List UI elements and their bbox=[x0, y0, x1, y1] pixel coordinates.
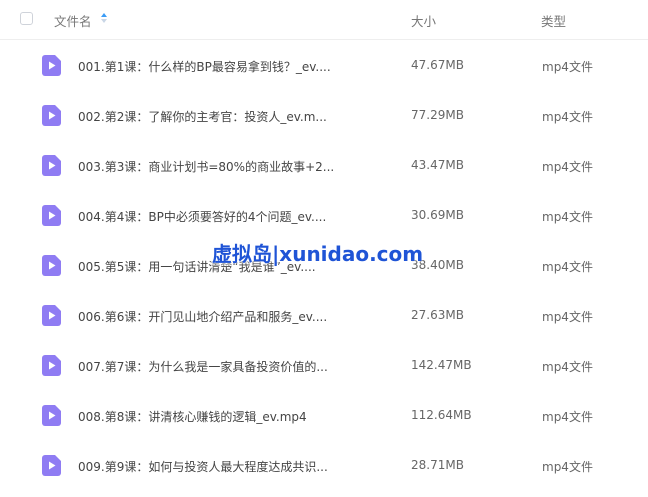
file-size: 28.71MB bbox=[411, 458, 464, 472]
file-size: 43.47MB bbox=[411, 158, 464, 172]
file-type: mp4文件 bbox=[542, 260, 593, 274]
file-name[interactable]: 002.第2课：了解你的主考官：投资人_ev.m... bbox=[78, 108, 327, 125]
table-row[interactable]: 004.第4课：BP中必须要答好的4个问题_ev.... 30.69MB mp4文件 bbox=[0, 190, 648, 240]
list-header: 文件名 大小 类型 bbox=[0, 0, 648, 40]
file-name[interactable]: 001.第1课：什么样的BP最容易拿到钱？_ev.... bbox=[78, 58, 331, 75]
table-row[interactable]: 009.第9课：如何与投资人最大程度达成共识... 28.71MB mp4文件 bbox=[0, 440, 648, 490]
video-file-icon bbox=[42, 355, 61, 376]
file-type: mp4文件 bbox=[542, 460, 593, 474]
video-file-icon bbox=[42, 405, 61, 426]
file-size: 77.29MB bbox=[411, 108, 464, 122]
watermark: 虚拟岛|xunidao.com bbox=[212, 242, 424, 266]
file-size: 27.63MB bbox=[411, 308, 464, 322]
file-name[interactable]: 004.第4课：BP中必须要答好的4个问题_ev.... bbox=[78, 208, 326, 225]
video-file-icon bbox=[42, 155, 61, 176]
table-row[interactable]: 008.第8课：讲清核心赚钱的逻辑_ev.mp4 112.64MB mp4文件 bbox=[0, 390, 648, 440]
column-header-size[interactable]: 大小 bbox=[411, 11, 436, 30]
file-type: mp4文件 bbox=[542, 60, 593, 74]
file-list: 文件名 大小 类型 001.第1课：什么样的BP最容易拿到钱？_ev.... 47… bbox=[0, 0, 648, 497]
file-name[interactable]: 007.第7课：为什么我是一家具备投资价值的... bbox=[78, 358, 328, 375]
file-type: mp4文件 bbox=[542, 310, 593, 324]
video-file-icon bbox=[42, 55, 61, 76]
file-name[interactable]: 009.第9课：如何与投资人最大程度达成共识... bbox=[78, 458, 328, 475]
file-type: mp4文件 bbox=[542, 210, 593, 224]
file-type: mp4文件 bbox=[542, 160, 593, 174]
video-file-icon bbox=[42, 255, 61, 276]
video-file-icon bbox=[42, 105, 61, 126]
file-size: 142.47MB bbox=[411, 358, 472, 372]
video-file-icon bbox=[42, 305, 61, 326]
file-name[interactable]: 008.第8课：讲清核心赚钱的逻辑_ev.mp4 bbox=[78, 408, 307, 425]
file-type: mp4文件 bbox=[542, 110, 593, 124]
sort-icon[interactable] bbox=[100, 12, 108, 24]
video-file-icon bbox=[42, 455, 61, 476]
select-all-checkbox[interactable] bbox=[20, 12, 33, 25]
file-size: 47.67MB bbox=[411, 58, 464, 72]
file-type: mp4文件 bbox=[542, 360, 593, 374]
column-header-type[interactable]: 类型 bbox=[541, 11, 566, 30]
table-row[interactable]: 003.第3课：商业计划书=80%的商业故事+2... 43.47MB mp4文件 bbox=[0, 140, 648, 190]
table-row[interactable]: 006.第6课：开门见山地介绍产品和服务_ev.... 27.63MB mp4文件 bbox=[0, 290, 648, 340]
file-name[interactable]: 003.第3课：商业计划书=80%的商业故事+2... bbox=[78, 158, 334, 175]
file-type: mp4文件 bbox=[542, 410, 593, 424]
table-row[interactable]: 001.第1课：什么样的BP最容易拿到钱？_ev.... 47.67MB mp4文件 bbox=[0, 40, 648, 90]
table-row[interactable]: 007.第7课：为什么我是一家具备投资价值的... 142.47MB mp4文件 bbox=[0, 340, 648, 390]
file-name[interactable]: 006.第6课：开门见山地介绍产品和服务_ev.... bbox=[78, 308, 327, 325]
file-size: 112.64MB bbox=[411, 408, 472, 422]
video-file-icon bbox=[42, 205, 61, 226]
table-row[interactable]: 002.第2课：了解你的主考官：投资人_ev.m... 77.29MB mp4文件 bbox=[0, 90, 648, 140]
file-size: 30.69MB bbox=[411, 208, 464, 222]
column-header-name[interactable]: 文件名 bbox=[54, 11, 92, 30]
